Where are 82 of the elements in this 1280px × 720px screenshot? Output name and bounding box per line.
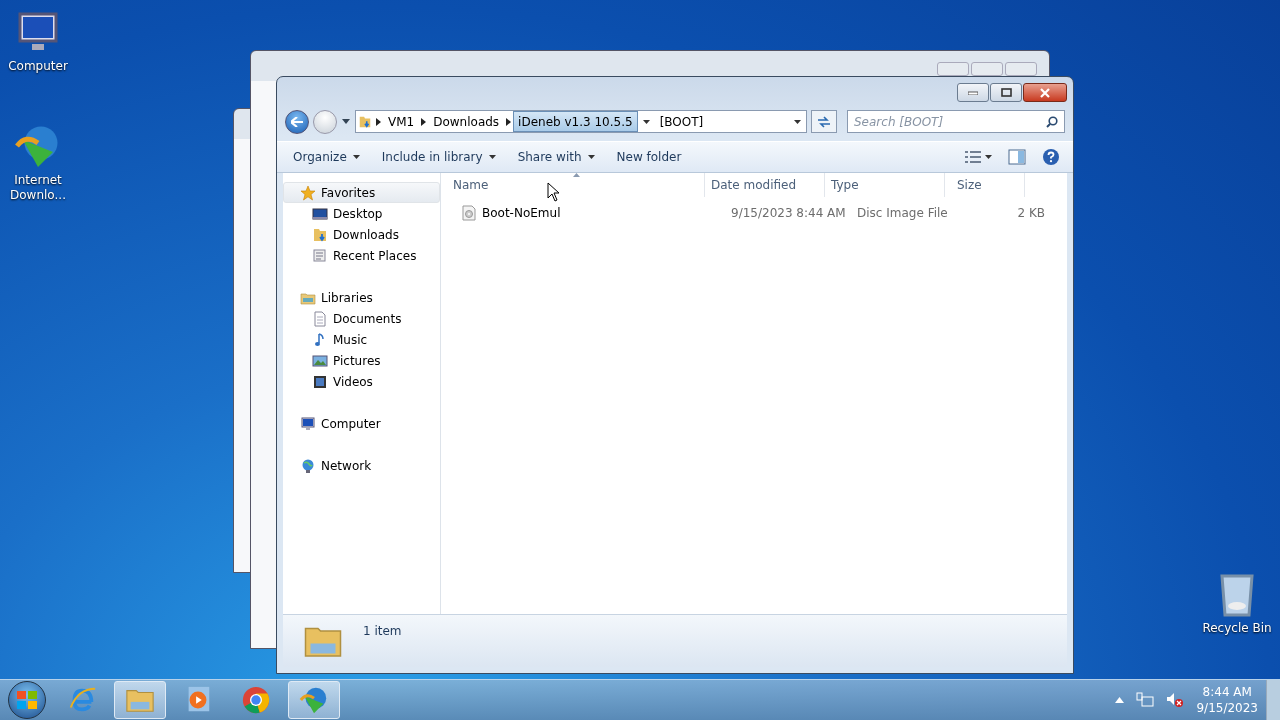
chevron-icon [506, 117, 512, 126]
size-cell-text: 2 KB [1016, 206, 1046, 220]
refresh-icon [817, 115, 831, 128]
close-button[interactable] [1023, 83, 1067, 102]
desktop-icon-label[interactable]: Internet Downlo... [0, 173, 76, 203]
computer-icon [300, 415, 316, 432]
chevron-icon [376, 117, 381, 126]
recent-places-icon [312, 247, 328, 264]
column-header[interactable]: Date modified [705, 173, 825, 197]
tray-arrow-icon[interactable] [1115, 697, 1125, 703]
minimize-button[interactable] [937, 62, 969, 76]
taskbar-button[interactable] [288, 681, 340, 719]
navigation-item[interactable]: Network [283, 455, 440, 476]
file-name-text[interactable]: Boot-NoEmul [482, 206, 561, 220]
back-arrow-icon [291, 116, 303, 127]
navigation-item[interactable]: Downloads [283, 224, 440, 245]
search-icon [1046, 116, 1058, 128]
maximize-button[interactable] [990, 83, 1022, 102]
view-options-button[interactable] [962, 148, 995, 166]
help-icon [1042, 148, 1060, 166]
caret-icon [587, 155, 595, 159]
start-logo-icon [16, 690, 38, 710]
preview-pane-icon [1008, 149, 1026, 165]
caret-icon [342, 119, 350, 124]
download-folder-icon [312, 226, 328, 243]
navigation-item[interactable]: Videos [283, 371, 440, 392]
file-name[interactable]: Boot-NoEmul [441, 205, 719, 221]
column-header[interactable]: Size [945, 173, 1025, 197]
navigation-item[interactable]: Music [283, 329, 440, 350]
breadcrumb-item[interactable]: iDeneb v1.3 10.5.5 [513, 111, 638, 132]
preview-pane-button[interactable] [1005, 146, 1029, 168]
maximize-icon [1000, 88, 1012, 97]
picture-icon [312, 352, 328, 369]
caret-icon [643, 119, 651, 124]
navigation-item[interactable]: Documents [283, 308, 440, 329]
toolbar-button[interactable]: Organize [287, 146, 366, 168]
search-field[interactable]: Search [BOOT] [847, 110, 1065, 133]
list-view-icon [965, 151, 981, 163]
sort-arrow-icon [572, 173, 580, 177]
volume-muted-icon[interactable] [1166, 692, 1185, 708]
type-cell-text: Disc Image File [856, 206, 949, 220]
navigation-item[interactable]: Pictures [283, 350, 440, 371]
chrome-icon [241, 685, 271, 715]
folder-icon [358, 114, 372, 129]
close-icon [1040, 87, 1050, 98]
minimize-button[interactable] [957, 83, 989, 102]
refresh-button[interactable] [811, 110, 837, 133]
caret-icon [793, 119, 801, 124]
back-button[interactable] [285, 109, 309, 134]
desktop-icon-label[interactable]: Recycle Bin [1202, 621, 1272, 636]
column-header[interactable]: Type [825, 173, 945, 197]
breadcrumb-item[interactable]: VM1 [383, 111, 420, 132]
star-icon [300, 184, 316, 201]
globe-arrow-icon [299, 685, 329, 715]
navigation-item[interactable]: Recent Places [283, 245, 440, 266]
desktop-icon [312, 205, 328, 222]
film-icon [312, 373, 328, 390]
start-button[interactable] [8, 681, 46, 719]
chevron-icon [421, 117, 427, 126]
navigation-item[interactable]: Libraries [283, 287, 440, 308]
toolbar-button[interactable]: Share with [511, 146, 601, 168]
globe-icon [300, 457, 316, 474]
toolbar-button[interactable]: New folder [610, 146, 688, 168]
item-count: 1 item [363, 624, 402, 638]
caret-icon [352, 155, 360, 159]
caret-icon [985, 155, 992, 159]
taskbar-button[interactable] [114, 681, 166, 719]
navigation-item[interactable]: Favorites [283, 182, 440, 203]
breadcrumb-item[interactable]: Downloads [428, 111, 505, 132]
mouse-pointer-icon [547, 182, 560, 202]
desktop-icon-label[interactable]: Computer [8, 59, 68, 74]
network-icon[interactable] [1136, 692, 1155, 708]
disc-file-icon [461, 205, 477, 221]
address-text: [BOOT] [658, 113, 705, 131]
toolbar-button[interactable]: Include in library [375, 146, 502, 168]
document-icon [312, 310, 328, 327]
navigation-item[interactable]: Desktop [283, 203, 440, 224]
date-modified-cell-text: 9/15/2023 8:44 AM [730, 206, 845, 220]
minimize-icon [968, 90, 978, 95]
navigation-item[interactable]: Computer [283, 413, 440, 434]
address-bar[interactable]: VM1 Downloads iDeneb v1.3 10.5.5 [BOOT] [355, 110, 807, 133]
caret-icon [488, 155, 496, 159]
